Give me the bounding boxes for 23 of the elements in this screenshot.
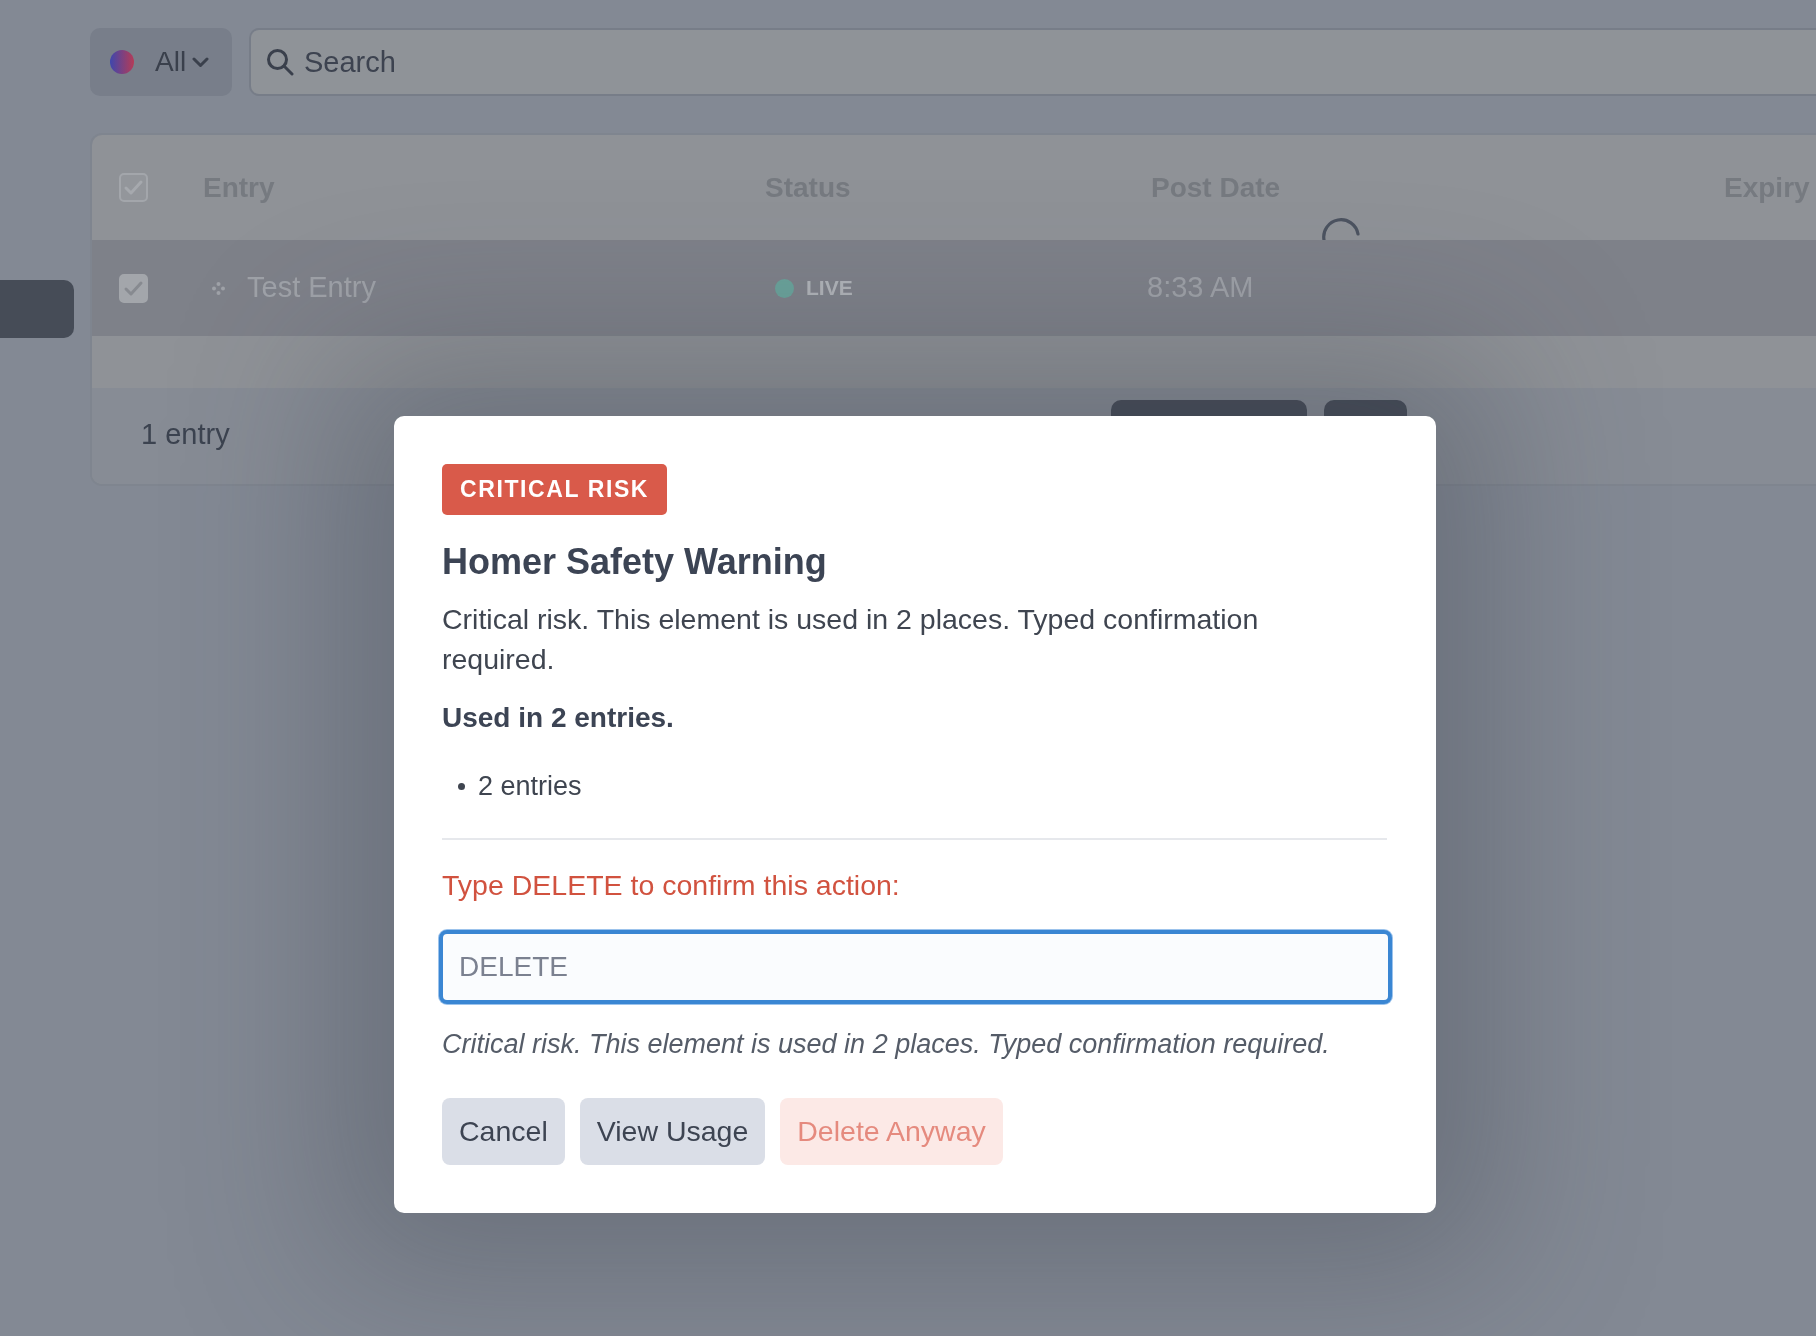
risk-badge: CRITICAL RISK — [442, 464, 668, 515]
caret-icon — [192, 56, 210, 68]
usage-item: 2 entries — [478, 770, 582, 803]
search-field[interactable]: Search — [249, 28, 1816, 96]
row-checkbox[interactable] — [119, 273, 148, 303]
drag-handle-icon[interactable] — [212, 281, 225, 295]
status-dot-icon — [775, 278, 794, 298]
footer-button[interactable] — [1324, 400, 1407, 416]
entry-count: 1 entry — [141, 417, 230, 452]
dialog-button[interactable]: Cancel — [442, 1098, 565, 1165]
dialog-title: Homer Safety Warning — [442, 542, 828, 582]
filter-dropdown[interactable]: All — [90, 28, 232, 96]
help-text: Critical risk. This element is used in 2 places. Typed confirmation required. — [442, 1028, 1331, 1060]
confirm-prompt: Type DELETE to confirm this action: — [442, 868, 901, 903]
confirm-input[interactable]: DELETE — [439, 930, 1392, 1004]
filter-dot-icon — [110, 50, 134, 74]
usage-heading: Used in 2 entries. — [442, 701, 675, 735]
footer-button[interactable] — [1111, 400, 1307, 416]
search-icon — [266, 48, 294, 76]
bullet-icon — [458, 782, 465, 790]
dialog-message: Critical risk. This element is used in 2 places. Typed confirmation required. — [442, 602, 1260, 677]
sidebar-tab[interactable] — [0, 280, 74, 338]
dialog-button[interactable]: View Usage — [579, 1098, 766, 1165]
